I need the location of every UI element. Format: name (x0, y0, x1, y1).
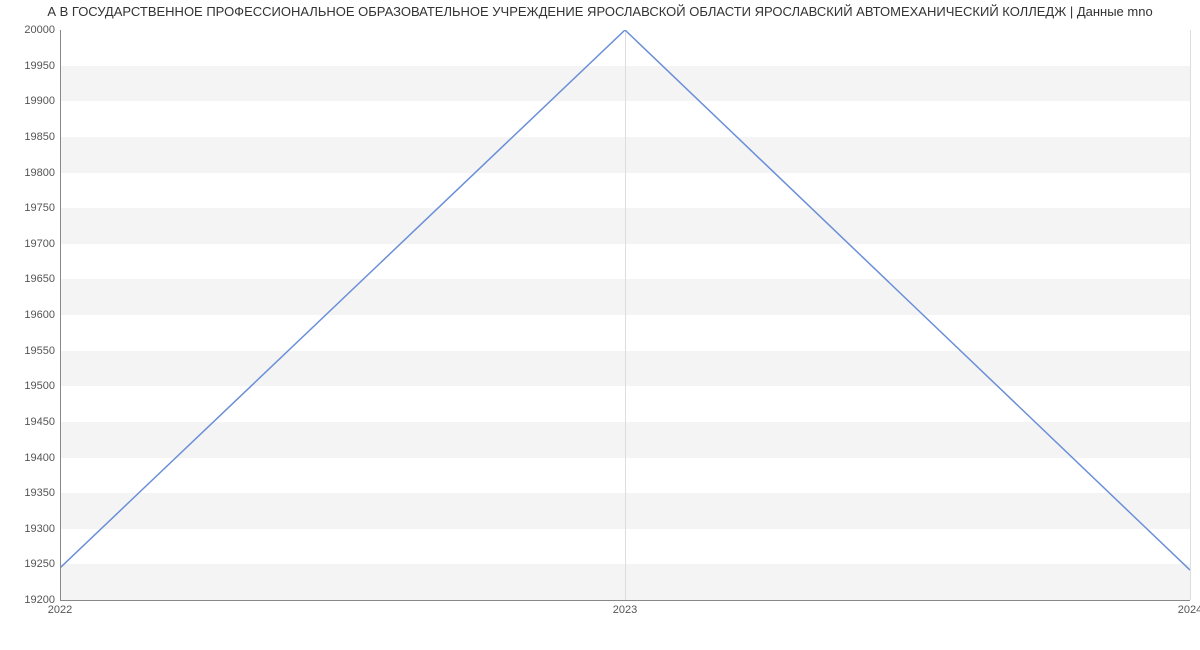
y-tick-label: 19550 (5, 345, 55, 357)
y-tick-label: 19600 (5, 309, 55, 321)
x-tick-label: 2022 (48, 604, 72, 616)
data-line (60, 30, 1190, 600)
y-tick-label: 19750 (5, 202, 55, 214)
plot-area (60, 30, 1190, 600)
y-tick-label: 19300 (5, 523, 55, 535)
y-tick-label: 19450 (5, 416, 55, 428)
chart-container: А В ГОСУДАРСТВЕННОЕ ПРОФЕССИОНАЛЬНОЕ ОБР… (0, 0, 1200, 650)
y-tick-label: 20000 (5, 24, 55, 36)
x-tick-label: 2024 (1178, 604, 1200, 616)
x-axis (60, 600, 1190, 601)
y-tick-label: 19950 (5, 60, 55, 72)
chart-title: А В ГОСУДАРСТВЕННОЕ ПРОФЕССИОНАЛЬНОЕ ОБР… (0, 4, 1200, 19)
y-tick-label: 19850 (5, 131, 55, 143)
y-tick-label: 19500 (5, 380, 55, 392)
y-tick-label: 19350 (5, 487, 55, 499)
x-tick-label: 2023 (613, 604, 637, 616)
y-tick-label: 19650 (5, 273, 55, 285)
y-axis (60, 30, 61, 600)
grid-vline (1190, 30, 1191, 600)
y-tick-label: 19900 (5, 95, 55, 107)
y-tick-label: 19800 (5, 167, 55, 179)
y-tick-label: 19250 (5, 558, 55, 570)
y-tick-label: 19700 (5, 238, 55, 250)
y-tick-label: 19400 (5, 452, 55, 464)
